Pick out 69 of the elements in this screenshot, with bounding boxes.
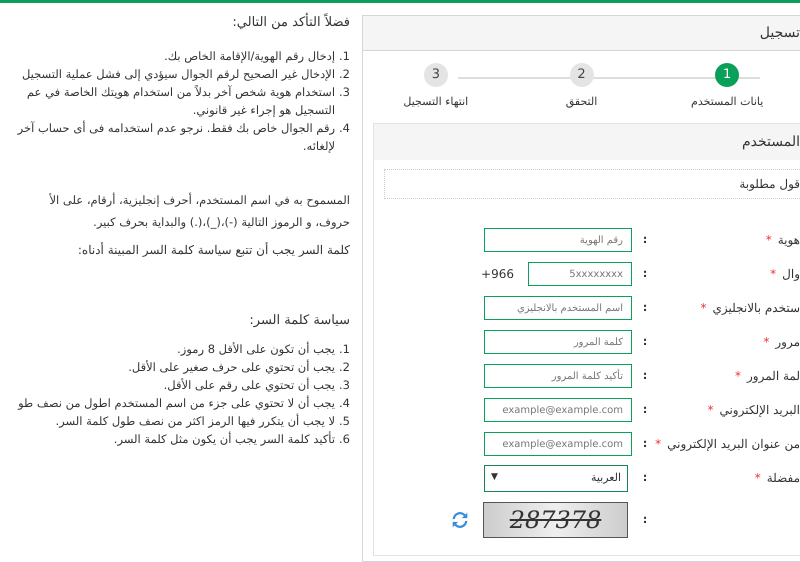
colon-mark: : [642, 231, 648, 248]
field-label: البريد الإلكتروني [719, 402, 800, 419]
input-field[interactable]: example@example.com [484, 398, 632, 422]
note-text: رقم الجوال خاص بك فقط. نرجو عدم استخدامه فى أى حساب آخر لإلغائه. [18, 120, 336, 154]
note-text: إدخال رقم الهوية/الإقامة الخاص بك. [164, 48, 336, 64]
field-label: مفضلة [766, 470, 800, 487]
captcha-image: 287378 [483, 502, 628, 538]
field-label: وال [782, 266, 800, 283]
item-number: 2. [339, 359, 350, 376]
caret-icon: ▼ [491, 471, 498, 485]
required-asterisk: * [770, 266, 776, 283]
note-text: يجب أن تكون على الأقل 8 رموز. [177, 340, 336, 358]
colon-mark: : [642, 401, 648, 418]
note-text: يجب أن لا تحتوي على جزء من اسم المستخدم اطول من نصف طو [18, 394, 336, 412]
phone-field[interactable]: 5xxxxxxxx [528, 262, 632, 286]
colon-mark: : [642, 333, 648, 350]
colon-mark: : [642, 367, 648, 384]
note-text: تأكيد كلمة السر يجب أن يكون مثل كلمة السر. [114, 430, 336, 448]
item-number: 5. [339, 413, 350, 430]
field-label: مرور [775, 334, 800, 351]
step-circle: 3 [424, 63, 448, 87]
input-field[interactable]: كلمة المرور [484, 330, 632, 354]
colon-mark: : [642, 435, 648, 452]
input-field[interactable]: تأكيد كلمة المرور [484, 364, 632, 388]
required-note: قول مطلوبة [739, 176, 800, 193]
note-text: يجب أن تحتوي على حرف صغير على الأقل. [128, 358, 336, 376]
country-code: +966 [481, 266, 514, 283]
colon-mark: : [642, 299, 648, 316]
input-field[interactable]: example@example.com [484, 432, 632, 456]
notes-heading: فضلاً التأكد من التالي: [0, 13, 350, 32]
colon-mark: : [642, 469, 648, 486]
note-text: يجب أن تحتوي على رقم على الأقل. [164, 376, 336, 394]
item-number: 1. [339, 48, 350, 64]
language-select[interactable]: العربية ▼ [484, 464, 628, 492]
step-label: يانات المستخدم [691, 94, 764, 110]
item-number: 4. [339, 120, 350, 136]
card-title: المستخدم [742, 132, 800, 152]
step-label: التحقق [566, 94, 598, 110]
item-number: 2. [339, 66, 350, 82]
required-asterisk: * [766, 232, 772, 249]
item-number: 3. [339, 84, 350, 100]
colon-mark: : [642, 265, 648, 282]
item-number: 3. [339, 377, 350, 394]
step-circle: 1 [715, 63, 740, 87]
required-asterisk: * [735, 368, 742, 385]
field-label: ستخدم بالانجليزي [712, 300, 800, 317]
policy-heading: سياسة كلمة السر: [248, 312, 350, 330]
input-field[interactable]: اسم المستخدم بالانجليزي [484, 296, 632, 320]
required-asterisk: * [700, 300, 706, 317]
required-asterisk: * [707, 402, 714, 419]
input-field[interactable]: رقم الهوية [484, 228, 632, 252]
field-label: لمة المرور [747, 368, 800, 385]
item-number: 4. [339, 395, 350, 412]
field-label: من عنوان البريد الإلكتروني [667, 436, 800, 453]
step-label: انتهاء التسجيل [403, 94, 468, 110]
note-text: استخدام هوية شخص آخر بدلاً من استخدام هويتك الخاصة في عم التسجيل هو إجراء غير قانوني. [26, 84, 336, 118]
required-asterisk: * [754, 470, 761, 487]
required-asterisk: * [655, 436, 662, 453]
note-text: الإدخال غير الصحيح لرقم الجوال سيؤدي إلى فشل عملية التسجيل [22, 66, 336, 82]
note-text: لا يجب أن يتكرر فيها الرمز اكثر من نصف طول كلمة السر. [55, 412, 336, 430]
field-label: هوية [778, 232, 800, 249]
username-rules-text: المسموح به في اسم المستخدم، أحرف إنجليزية، أرقام، على الأ حروف، و الرموز التالية (-)،(_)،(.) والبداية بحرف كبير. [48, 192, 350, 231]
colon-mark: : [642, 511, 648, 528]
required-asterisk: * [763, 334, 770, 351]
item-number: 1. [339, 341, 350, 358]
step-circle: 2 [570, 63, 594, 87]
item-number: 6. [339, 431, 350, 448]
panel-title: تسجيل [760, 24, 800, 42]
password-note: كلمة السر يجب أن تتبع سياسة كلمة السر المبينة أدناه: [76, 241, 350, 258]
